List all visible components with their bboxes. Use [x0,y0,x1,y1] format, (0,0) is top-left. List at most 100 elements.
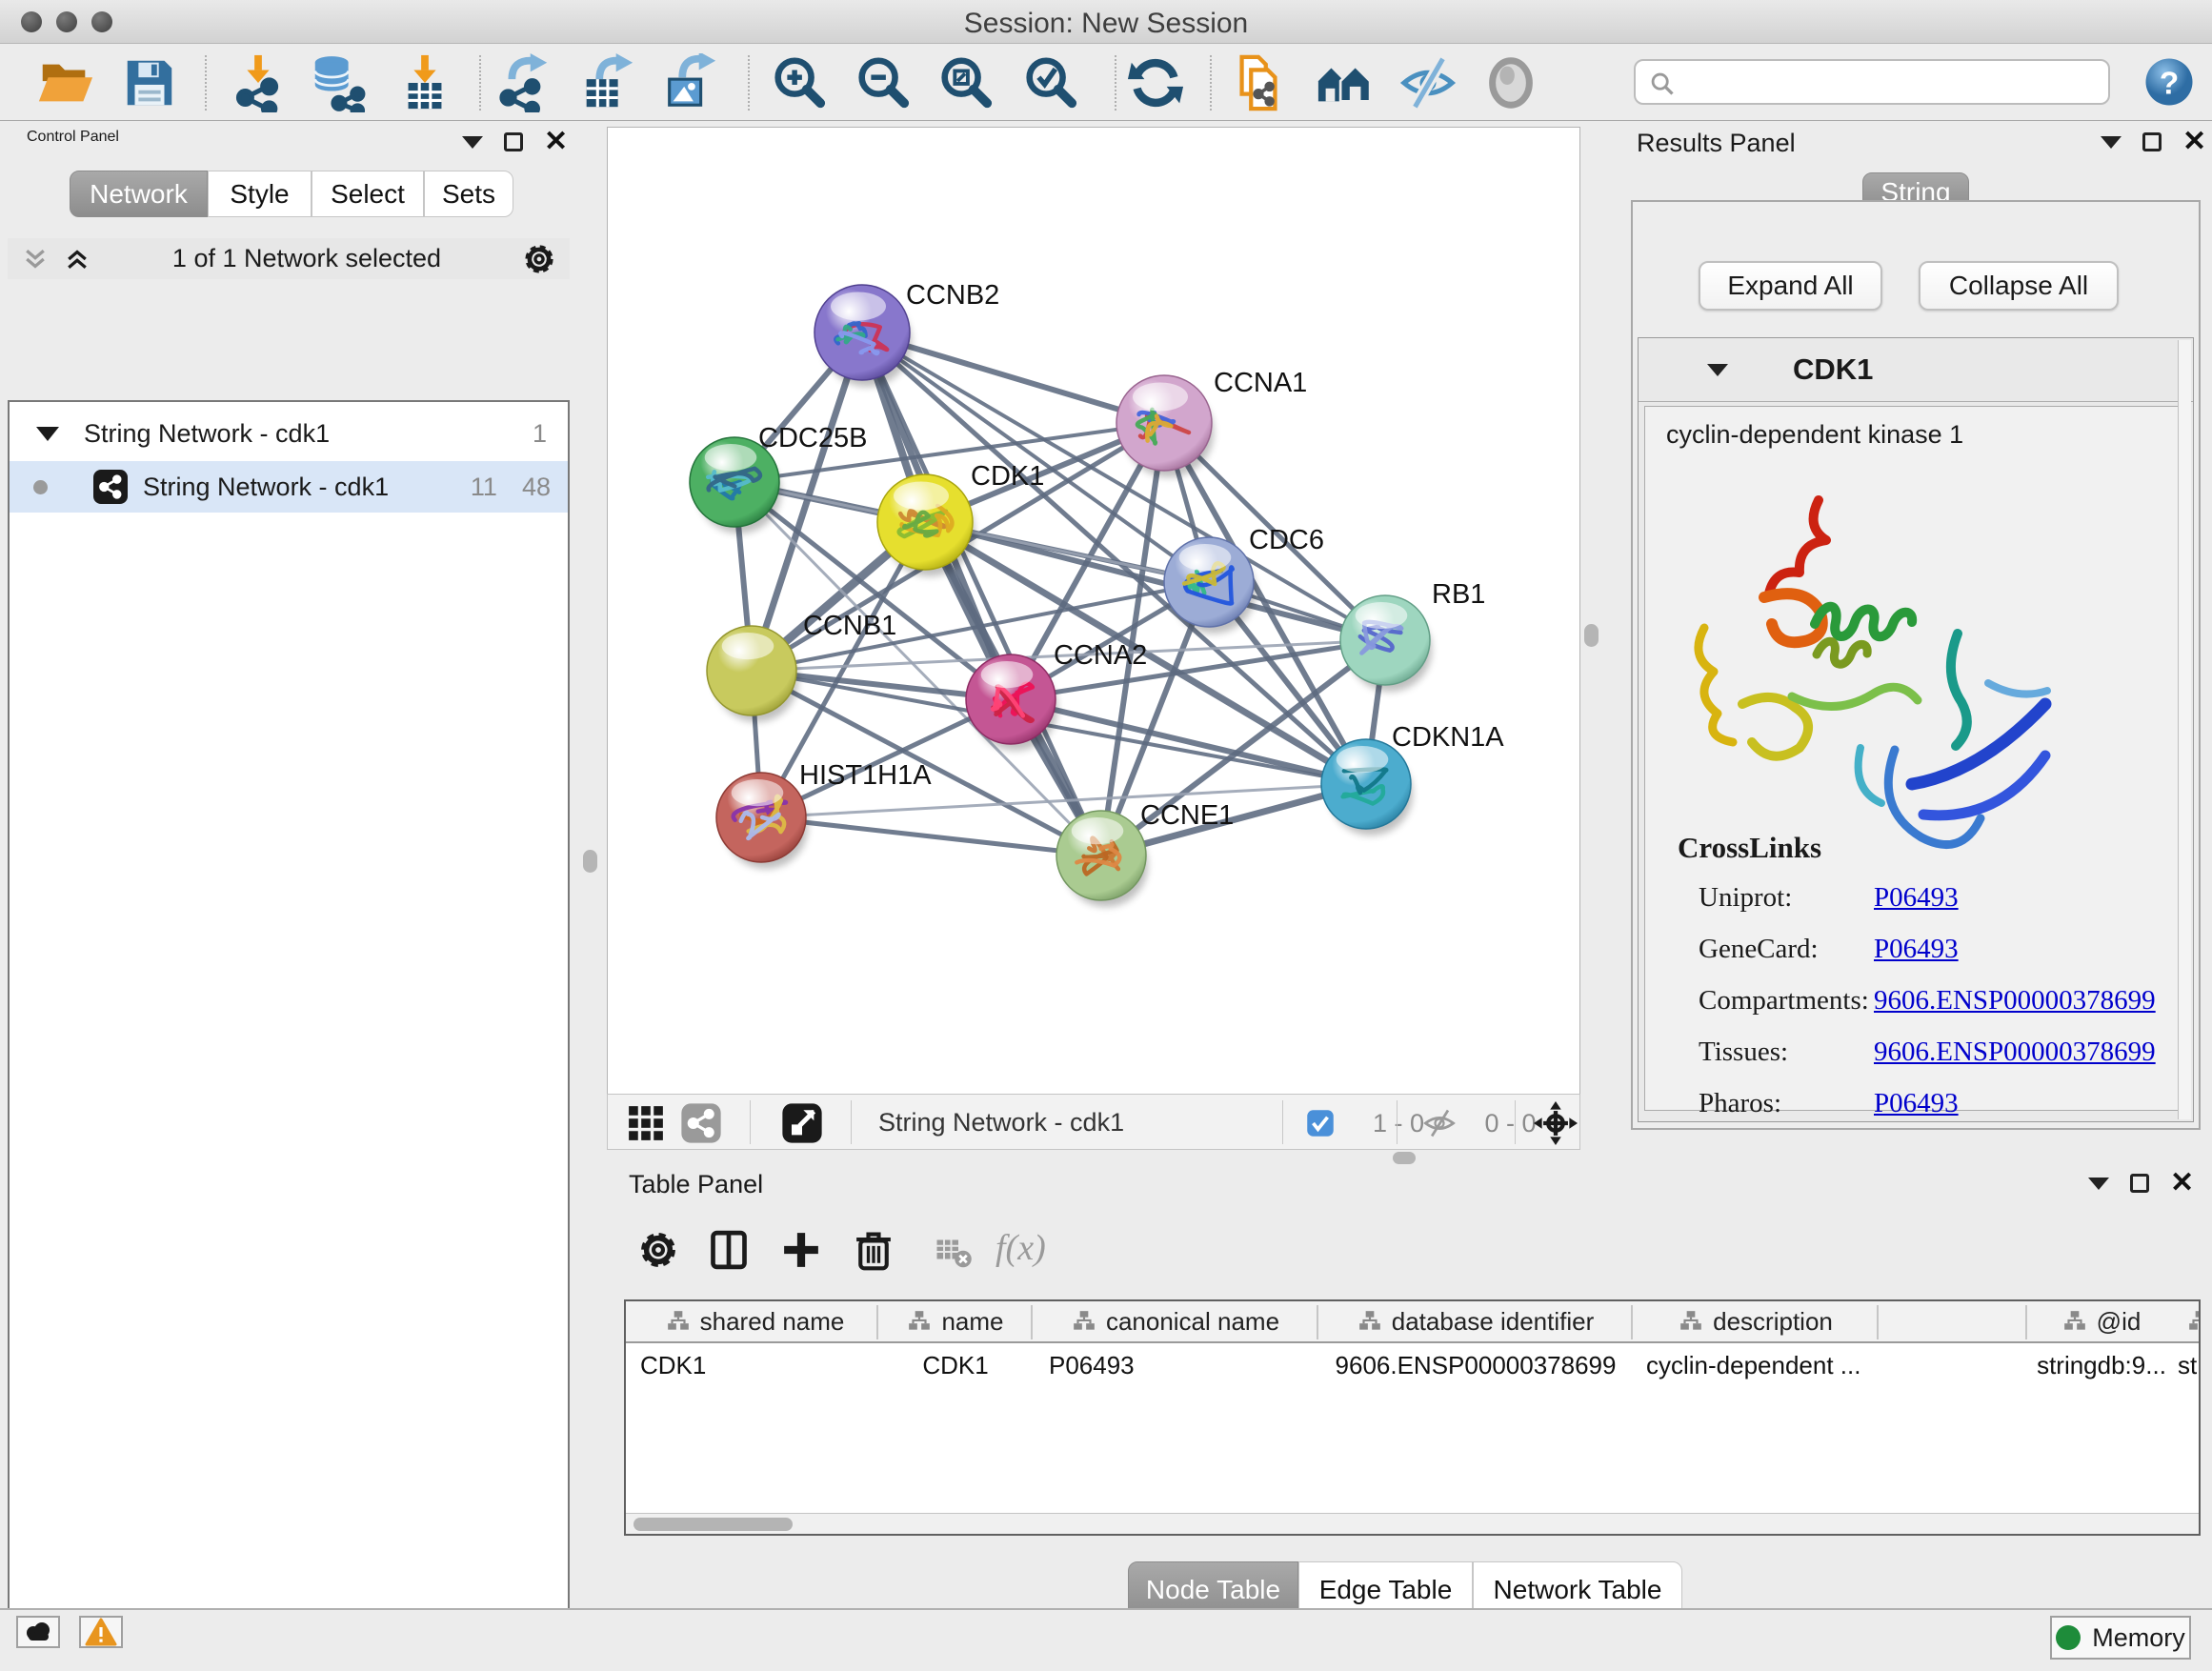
node-CCNE1[interactable] [1056,811,1146,900]
birds-eye-grid-icon[interactable] [625,1102,667,1144]
node-CDC6[interactable] [1164,537,1254,627]
panel-maximize-icon[interactable] [2142,132,2162,151]
gene-section-header[interactable]: CDK1 [1639,338,2193,402]
warning-icon [85,1618,117,1646]
first-neighbors-button[interactable] [1315,53,1374,112]
node-CCNA2[interactable] [966,654,1056,744]
node-CCNB1[interactable] [707,626,796,715]
clone-network-button[interactable] [1229,53,1288,112]
table-panel-header-icons: ✕ [2088,1174,2194,1193]
warning-status-button[interactable] [79,1616,123,1648]
column-header[interactable]: description [1635,1301,1877,1341]
save-session-button[interactable] [120,53,179,112]
expand-all-icon[interactable] [63,245,91,273]
toolbar-separator [748,55,750,111]
network-selected-status: 1 of 1 Network selected [91,244,522,273]
open-in-new-icon[interactable] [781,1102,823,1144]
left-splitter-handle[interactable] [583,850,597,873]
collapse-all-icon[interactable] [21,245,50,273]
collapse-all-button[interactable]: Collapse All [1919,261,2119,311]
table-cell[interactable]: stringdb [2048,1345,2201,1385]
show-columns-icon[interactable] [708,1229,750,1271]
table-cell[interactable]: P06493 [1049,1345,1316,1385]
uniprot-link[interactable]: P06493 [1874,882,1959,913]
zoom-selected-button[interactable] [1020,53,1079,112]
export-table-button[interactable] [577,53,636,112]
column-header[interactable]: database identifier [1320,1301,1631,1341]
import-network-database-button[interactable] [308,53,367,112]
memory-button[interactable]: Memory [2050,1616,2191,1660]
node-HIST1H1A[interactable] [716,773,806,862]
table-gear-icon[interactable] [637,1229,679,1271]
collection-expand-icon[interactable] [36,427,59,441]
hidden-eye-slash-icon [1422,1107,1457,1139]
add-column-icon[interactable] [780,1229,822,1271]
compartments-link[interactable]: 9606.ENSP00000378699 [1874,985,2156,1016]
table-cell[interactable]: CDK1 [880,1345,1031,1385]
panel-float-icon[interactable] [2101,136,2122,149]
tab-style[interactable]: Style [208,171,312,217]
hide-selected-button[interactable] [1398,53,1458,112]
node-label-RB1: RB1 [1432,579,1485,610]
panel-maximize-icon[interactable] [504,132,523,151]
tab-network[interactable]: Network [70,171,208,217]
selected-checkbox-icon[interactable] [1306,1109,1335,1137]
panel-float-icon[interactable] [462,136,483,149]
gear-icon[interactable] [522,242,556,276]
tab-sets[interactable]: Sets [424,171,513,217]
search-input[interactable] [1634,59,2110,105]
import-table-button[interactable] [395,53,454,112]
node-CCNB2[interactable] [814,285,910,380]
node-CDK1[interactable] [877,474,973,570]
column-header[interactable]: namespace [2178,1301,2201,1341]
table-horizontal-scrollbar[interactable] [626,1513,2199,1534]
panel-close-icon[interactable]: ✕ [2170,1174,2194,1193]
export-image-button[interactable] [660,53,719,112]
memory-label: Memory [2092,1623,2185,1653]
save-icon [120,53,179,112]
scrollbar-thumb[interactable] [633,1518,793,1531]
zoom-out-button[interactable] [853,53,912,112]
node-CDKN1A[interactable] [1321,739,1411,829]
export-network-button[interactable] [493,53,553,112]
expand-all-button[interactable]: Expand All [1699,261,1882,311]
tab-select[interactable]: Select [312,171,424,217]
column-header[interactable]: canonical name [1035,1301,1317,1341]
node-RB1[interactable] [1340,595,1430,685]
column-header[interactable]: name [880,1301,1031,1341]
panel-close-icon[interactable]: ✕ [2182,132,2206,151]
table-cell[interactable]: 9606.ENSP00000378699 [1320,1345,1631,1385]
column-header[interactable]: @id [2029,1301,2174,1341]
node-CCNA1[interactable] [1116,375,1212,471]
help-button[interactable]: ? [2142,55,2196,109]
section-collapse-icon[interactable] [1707,364,1728,376]
open-session-button[interactable] [35,53,94,112]
zoom-fit-button[interactable] [935,53,995,112]
network-row[interactable]: String Network - cdk1 11 48 [10,461,568,513]
network-list: String Network - cdk1 1 String Network -… [8,400,570,1671]
results-scrollbar[interactable] [2178,340,2191,1119]
right-splitter-handle[interactable] [1584,624,1599,647]
zoom-in-button[interactable] [769,53,828,112]
crosslink-label: Compartments: [1699,975,1869,1026]
show-all-button[interactable] [1481,53,1540,112]
refresh-button[interactable] [1126,53,1185,112]
genecard-link[interactable]: P06493 [1874,934,1959,964]
column-header[interactable]: shared name [633,1301,876,1341]
network-collection-row[interactable]: String Network - cdk1 1 [10,408,568,459]
panel-close-icon[interactable]: ✕ [544,132,568,151]
panel-maximize-icon[interactable] [2130,1174,2149,1193]
table-cell[interactable]: CDK1 [640,1345,869,1385]
cloud-status-button[interactable] [16,1616,60,1648]
node-table[interactable]: shared name name canonical name database… [624,1299,2201,1536]
pharos-link[interactable]: P06493 [1874,1088,1959,1118]
tissues-link[interactable]: 9606.ENSP00000378699 [1874,1037,2156,1067]
network-canvas[interactable]: CCNB2CCNA1CDC25BCDK1CDC6RB1CCNB1CCNA2CDK… [607,127,1580,1094]
panel-float-icon[interactable] [2088,1178,2109,1190]
delete-column-trash-icon[interactable] [853,1229,895,1271]
table-cell[interactable]: cyclin-dependent ... [1646,1345,1875,1385]
import-network-file-button[interactable] [229,53,288,112]
network-share-icon[interactable] [680,1102,722,1144]
fit-content-crosshair-icon[interactable] [1534,1101,1578,1145]
export-network-icon [493,53,553,112]
